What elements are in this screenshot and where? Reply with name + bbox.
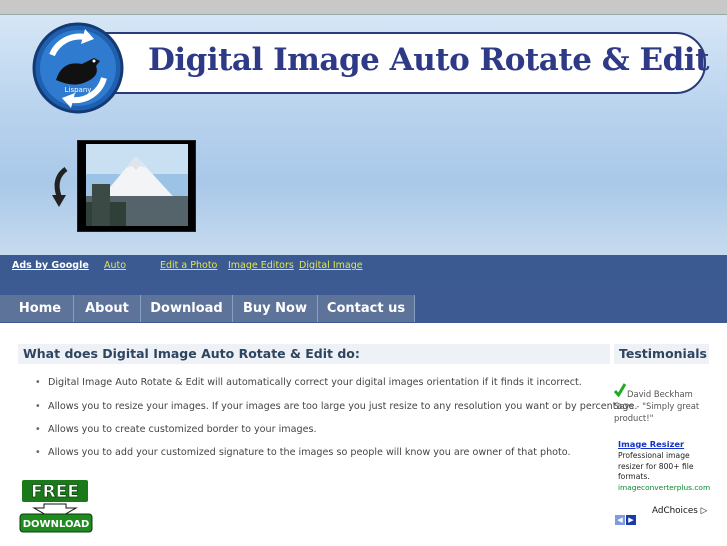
ad-pager: ◀ ▶: [615, 507, 637, 526]
nav-contact-us[interactable]: Contact us: [318, 295, 415, 322]
page-title: Digital Image Auto Rotate & Edit: [148, 42, 709, 78]
ad-url-link[interactable]: imageconverterplus.com: [618, 483, 710, 492]
ad-prev-icon[interactable]: ◀: [615, 515, 625, 525]
nav-buy-now[interactable]: Buy Now: [233, 295, 318, 322]
testimonial-text: David Beckham Says - "Simply great produ…: [614, 389, 700, 423]
adchoices-link[interactable]: AdChoices ▷: [652, 506, 707, 516]
ad-link[interactable]: Digital Image: [299, 260, 363, 271]
free-download-button[interactable]: FREE DOWNLOAD: [18, 478, 93, 538]
feature-item: Digital Image Auto Rotate & Edit will au…: [35, 377, 582, 388]
testimonials-heading-bar: Testimonials: [614, 344, 709, 364]
ad-next-icon[interactable]: ▶: [626, 515, 636, 525]
ads-by-google-link[interactable]: Ads by Google: [12, 260, 89, 271]
ad-description: Professional image resizer for 800+ file…: [618, 451, 694, 481]
logo-icon: Lispany: [32, 22, 124, 114]
nav-download[interactable]: Download: [141, 295, 233, 322]
nav-home[interactable]: Home: [7, 295, 74, 322]
nav-about[interactable]: About: [74, 295, 141, 322]
google-ads-bar: Ads by Google Auto Edit a Photo Image Ed…: [0, 255, 727, 281]
rotate-arrow-icon: [52, 166, 68, 207]
feature-item: Allows you to create customized border t…: [35, 424, 317, 435]
feature-item: Allows you to add your customized signat…: [35, 447, 571, 458]
ad-link[interactable]: Image Editors: [228, 260, 294, 271]
ad-link[interactable]: Auto: [104, 260, 126, 271]
sample-photo: [86, 144, 188, 226]
main-heading-bar: What does Digital Image Auto Rotate & Ed…: [18, 344, 610, 364]
svg-text:Lispany: Lispany: [65, 86, 92, 94]
testimonials-heading: Testimonials: [619, 346, 708, 361]
svg-text:DOWNLOAD: DOWNLOAD: [23, 519, 90, 530]
ad-link[interactable]: Edit a Photo: [160, 260, 217, 271]
feature-item: Allows you to resize your images. If you…: [35, 401, 637, 412]
main-heading: What does Digital Image Auto Rotate & Ed…: [23, 346, 360, 361]
svg-text:FREE: FREE: [31, 482, 79, 502]
ad-title-link[interactable]: Image Resizer: [618, 439, 684, 449]
